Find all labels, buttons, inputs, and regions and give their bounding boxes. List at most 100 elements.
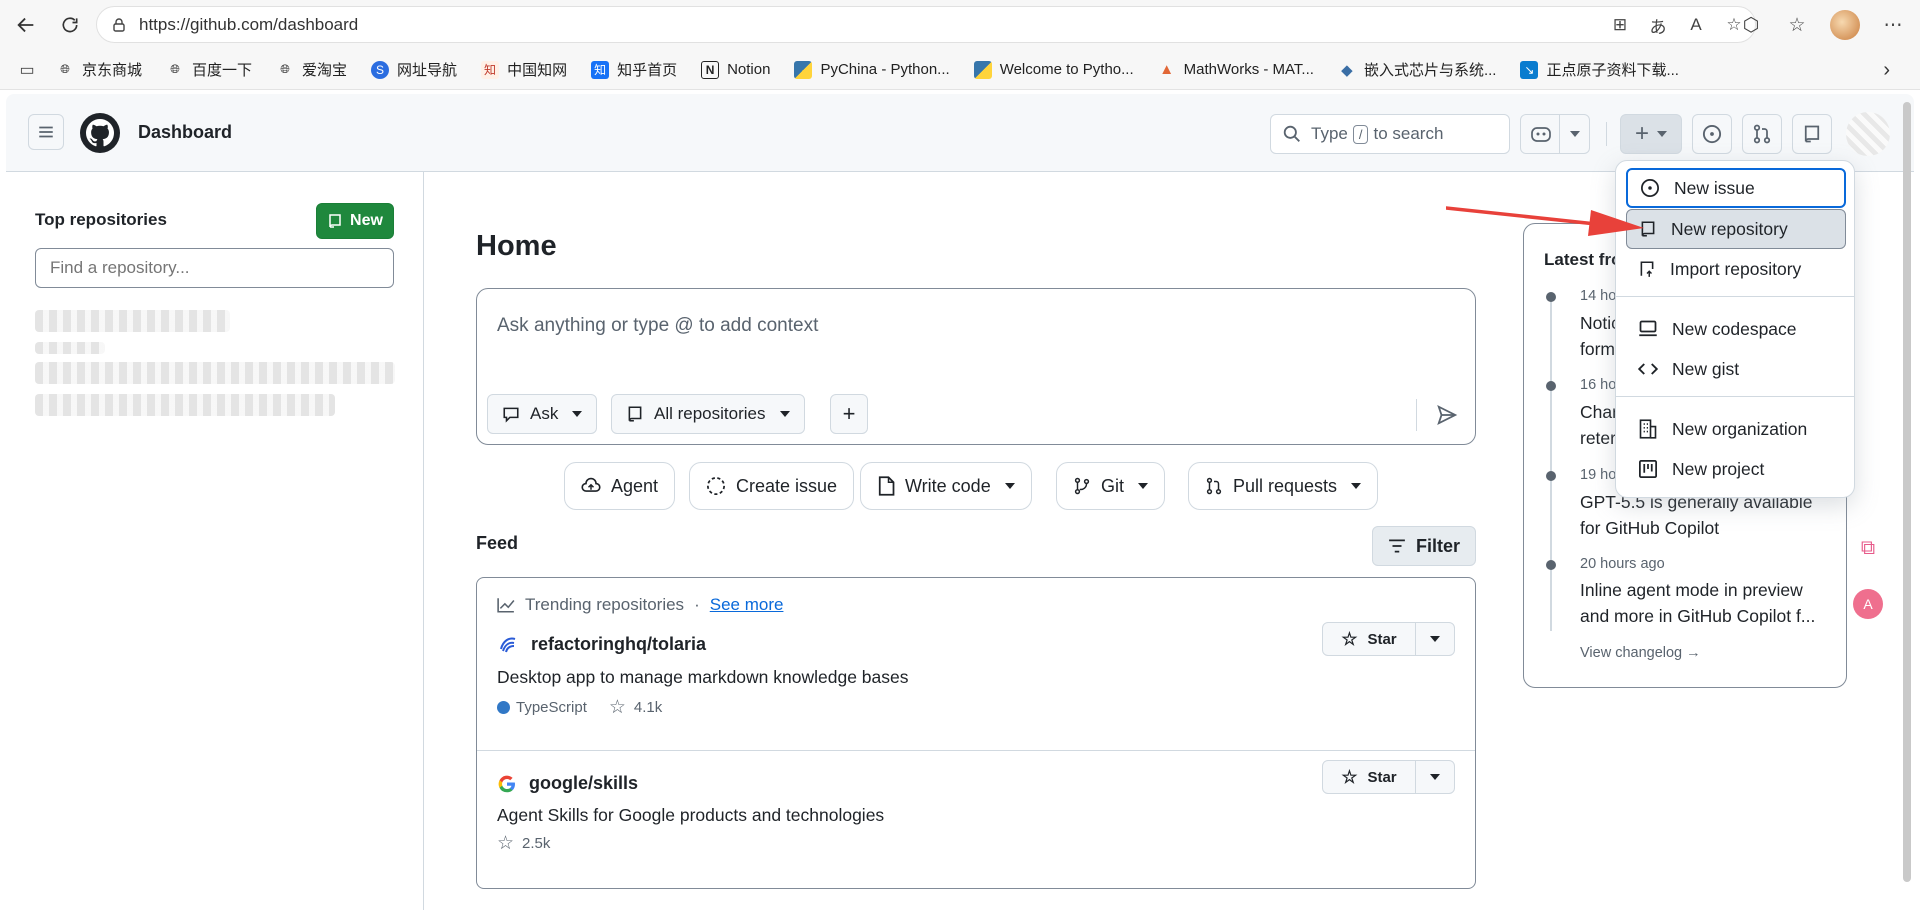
repo-description: Desktop app to manage markdown knowledge…	[497, 667, 909, 687]
refresh-icon[interactable]	[52, 7, 88, 43]
file-icon	[878, 476, 895, 496]
issue-draft-icon	[707, 477, 725, 495]
view-changelog-link[interactable]: View changelog →	[1580, 645, 1701, 661]
sogou-icon: S	[371, 60, 390, 79]
home-heading: Home	[476, 230, 557, 262]
filter-button[interactable]: Filter	[1372, 526, 1476, 566]
copilot-icon	[1531, 127, 1551, 142]
repositories-button[interactable]	[1792, 114, 1832, 154]
repo-star-count: 4.1k	[633, 699, 663, 716]
hamburger-menu-button[interactable]	[28, 114, 64, 150]
menu-item-new-repository[interactable]: New repository	[1626, 209, 1846, 249]
pull-requests-button[interactable]: Pull requests	[1188, 462, 1379, 510]
menu-item-new-project[interactable]: New project	[1626, 449, 1846, 489]
changelog-entry-link[interactable]: Char reter	[1580, 399, 1620, 451]
user-avatar[interactable]	[1846, 112, 1890, 156]
menu-item-new-codespace[interactable]: New codespace	[1626, 309, 1846, 349]
repository-link-obscured[interactable]	[35, 310, 230, 332]
repo-title-row[interactable]: google/skills	[497, 773, 638, 794]
star-button-group[interactable]: ☆ Star	[1322, 622, 1455, 656]
more-menu-icon[interactable]: ⋯	[1880, 12, 1906, 38]
see-more-link[interactable]: See more	[710, 595, 784, 615]
sidebar-tool-icon[interactable]: ⧉	[1853, 533, 1883, 563]
page-title[interactable]: Dashboard	[138, 122, 232, 143]
chat-divider	[1416, 399, 1417, 431]
repo-title-row[interactable]: refactoringhq/tolaria	[497, 633, 706, 655]
copilot-chat-box[interactable]: Ask anything or type @ to add context As…	[476, 288, 1476, 445]
chevron-right-icon[interactable]: ›	[1883, 59, 1890, 82]
bookmark-jd[interactable]: 🌐︎ 京东商城	[56, 59, 142, 80]
read-aloud-icon[interactable]: A	[1685, 14, 1707, 36]
agent-button[interactable]: Agent	[564, 462, 676, 510]
bookmark-nav[interactable]: S 网址导航	[371, 59, 457, 80]
chat-input-placeholder[interactable]: Ask anything or type @ to add context	[497, 315, 818, 337]
menu-item-new-issue[interactable]: New issue	[1626, 168, 1846, 208]
bookmark-pychina[interactable]: PyChina - Python...	[794, 60, 950, 79]
zhihu-icon: 知	[591, 60, 610, 79]
menu-item-new-gist[interactable]: New gist	[1626, 349, 1846, 389]
translate-badge-icon[interactable]: A	[1853, 589, 1883, 619]
matlab-icon: ▲	[1159, 61, 1175, 78]
bookmark-zhihu[interactable]: 知知乎首页	[591, 59, 677, 80]
profile-avatar[interactable]	[1830, 10, 1860, 40]
translate-icon[interactable]: あ	[1647, 14, 1669, 37]
issues-button[interactable]	[1692, 114, 1732, 154]
bookmark-chip[interactable]: ◆ 嵌入式芯片与系统...	[1338, 59, 1496, 80]
repo-name-link[interactable]: google/skills	[529, 773, 638, 794]
bookmark-label: 网址导航	[397, 62, 458, 79]
menu-icon	[39, 126, 53, 138]
bookmark-notion[interactable]: N Notion	[701, 60, 770, 79]
menu-item-label: New issue	[1674, 177, 1755, 198]
send-icon[interactable]	[1433, 401, 1461, 429]
globe-icon: 🌐︎	[170, 62, 180, 76]
bookmark-python[interactable]: Welcome to Pytho...	[973, 60, 1134, 79]
search-input[interactable]: Type / to search	[1270, 114, 1510, 154]
timeline-dot	[1546, 560, 1556, 570]
bookmark-cnki[interactable]: 知中国知网	[481, 59, 567, 80]
github-logo-icon[interactable]	[80, 113, 120, 153]
bookmark-taobao[interactable]: 🌐︎ 爱淘宝	[276, 59, 347, 80]
menu-item-new-organization[interactable]: New organization	[1626, 409, 1846, 449]
caret-down-icon	[1430, 636, 1440, 642]
apps-icon[interactable]: ⊞	[1609, 14, 1631, 36]
back-icon[interactable]	[8, 7, 44, 43]
repository-link-obscured[interactable]	[35, 362, 395, 384]
create-new-button[interactable]: +	[1620, 114, 1682, 154]
star-dropdown-button[interactable]	[1416, 623, 1454, 655]
write-code-button[interactable]: Write code	[860, 462, 1032, 510]
favorites-icon[interactable]: ☆	[1784, 12, 1810, 38]
repo-name-link[interactable]: refactoringhq/tolaria	[531, 634, 706, 655]
ask-mode-button[interactable]: Ask	[487, 394, 598, 434]
bookmark-label: 知乎首页	[617, 62, 678, 79]
bookmark-label: 中国知网	[507, 62, 568, 79]
star-button-group[interactable]: ☆ Star	[1322, 760, 1455, 794]
bookmark-alientek[interactable]: ↘ 正点原子资料下载...	[1520, 59, 1679, 80]
pull-requests-button[interactable]	[1742, 114, 1782, 154]
git-button[interactable]: Git	[1056, 462, 1166, 510]
extensions-icon[interactable]: ⬡	[1738, 12, 1764, 38]
create-issue-button[interactable]: Create issue	[689, 462, 855, 510]
bookmarks-bar: ▭ 🌐︎ 京东商城 🌐︎ 百度一下 🌐︎ 爱淘宝 S 网址导航 知中国知网 知知乎首页 …	[0, 50, 1920, 90]
codespaces-icon	[1639, 320, 1657, 337]
repository-owner-obscured	[35, 342, 105, 354]
copilot-button[interactable]	[1520, 114, 1590, 154]
new-repository-button[interactable]: New	[316, 203, 394, 239]
star-button[interactable]: ☆ Star	[1323, 761, 1416, 793]
star-dropdown-button[interactable]	[1416, 761, 1454, 793]
collections-icon[interactable]: ▭	[14, 57, 40, 83]
changelog-entry-link[interactable]: Notic form	[1580, 310, 1620, 362]
caret-down-icon	[1138, 483, 1149, 489]
repository-link-obscured[interactable]	[35, 394, 335, 416]
star-button[interactable]: ☆ Star	[1323, 623, 1416, 655]
header-divider	[1606, 122, 1607, 146]
bookmark-baidu[interactable]: 🌐︎ 百度一下	[166, 59, 252, 80]
changelog-entry-link[interactable]: Inline agent mode in preview and more in…	[1580, 577, 1830, 629]
bookmark-mathworks[interactable]: ▲ MathWorks - MAT...	[1158, 61, 1314, 79]
address-bar[interactable]: https://github.com/dashboard ⊞ あ A ☆	[96, 6, 1756, 43]
repository-scope-button[interactable]: All repositories	[611, 394, 805, 434]
scrollbar-thumb[interactable]	[1903, 102, 1911, 882]
find-repository-input[interactable]	[35, 248, 394, 288]
add-context-button[interactable]: +	[830, 394, 868, 434]
menu-item-import-repository[interactable]: Import repository	[1626, 249, 1846, 289]
copilot-dropdown-icon[interactable]	[1559, 115, 1589, 153]
